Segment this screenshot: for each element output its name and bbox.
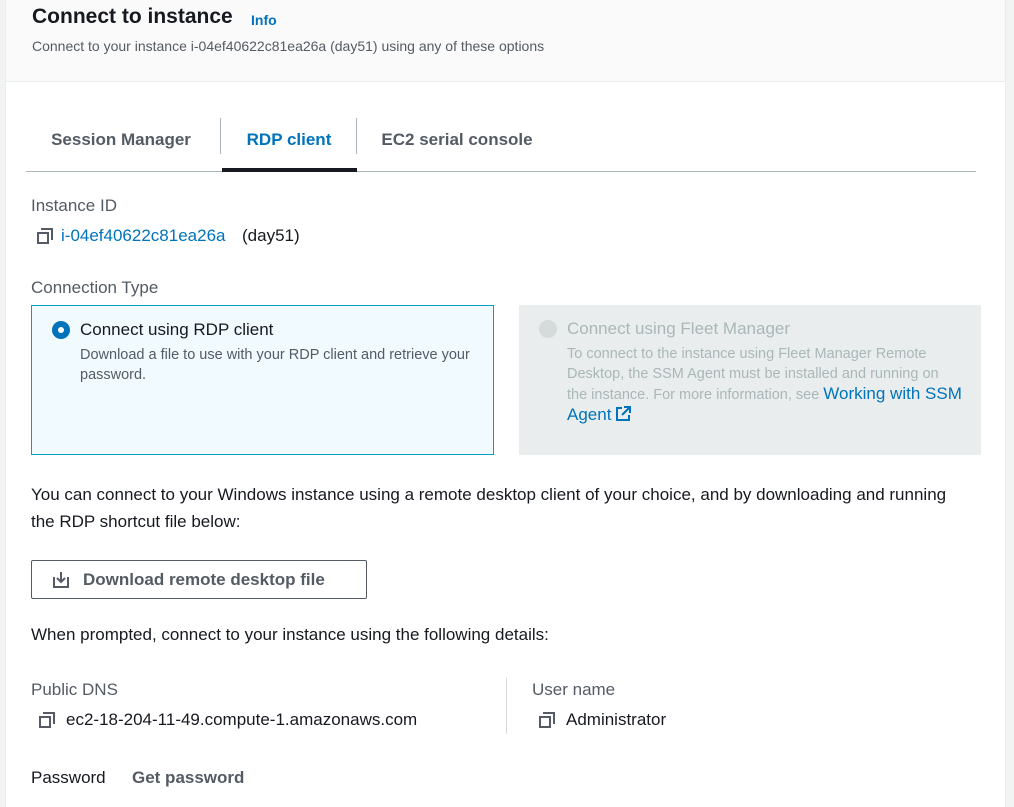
column-divider (506, 678, 507, 734)
radio-disabled-icon (539, 320, 557, 338)
option-description: Download a file to use with your RDP cli… (80, 347, 470, 383)
copy-icon[interactable] (37, 228, 53, 244)
instance-name: (day51) (242, 226, 300, 245)
copy-icon[interactable] (539, 712, 555, 728)
tab-session-manager[interactable]: Session Manager (26, 108, 216, 171)
info-link[interactable]: Info (251, 12, 277, 28)
tab-ec2-serial-console[interactable]: EC2 serial console (357, 108, 557, 171)
radio-selected-icon[interactable] (52, 321, 70, 339)
download-remote-desktop-file-button[interactable]: Download remote desktop file (31, 560, 367, 599)
fleet-manager-option: Connect using Fleet Manager To connect t… (519, 305, 981, 455)
page-subtitle: Connect to your instance i-04ef40622c81e… (32, 38, 545, 54)
page-title: Connect to instance (32, 5, 233, 28)
external-link-icon (616, 406, 632, 421)
option-description: To connect to the instance using Fleet M… (567, 344, 962, 426)
instance-id-label: Instance ID (31, 196, 117, 215)
connection-type-label: Connection Type (31, 278, 159, 297)
tab-rdp-client[interactable]: RDP client (221, 108, 357, 171)
username-value: Administrator (566, 710, 667, 729)
active-tab-indicator (222, 168, 357, 172)
public-dns-label: Public DNS (31, 680, 118, 699)
option-title: Connect using Fleet Manager (567, 319, 791, 338)
panel-header: Connect to instance Info Connect to your… (6, 0, 1005, 82)
option-title: Connect using RDP client (80, 320, 274, 339)
get-password-button[interactable]: Get password (132, 768, 244, 788)
username-label: User name (532, 680, 616, 699)
rdp-instructions: You can connect to your Windows instance… (31, 485, 947, 531)
public-dns-value: ec2-18-204-11-49.compute-1.amazonaws.com (66, 710, 418, 729)
connection-tabs: Session Manager RDP client EC2 serial co… (26, 108, 976, 172)
download-button-label: Download remote desktop file (83, 570, 325, 589)
download-icon (53, 572, 69, 588)
password-label: Password (31, 768, 106, 787)
rdp-client-option[interactable]: Connect using RDP client Download a file… (31, 305, 494, 455)
instance-id-link[interactable]: i-04ef40622c81ea26a (61, 226, 225, 246)
connection-details-prompt: When prompted, connect to your instance … (31, 625, 549, 644)
copy-icon[interactable] (39, 712, 55, 728)
